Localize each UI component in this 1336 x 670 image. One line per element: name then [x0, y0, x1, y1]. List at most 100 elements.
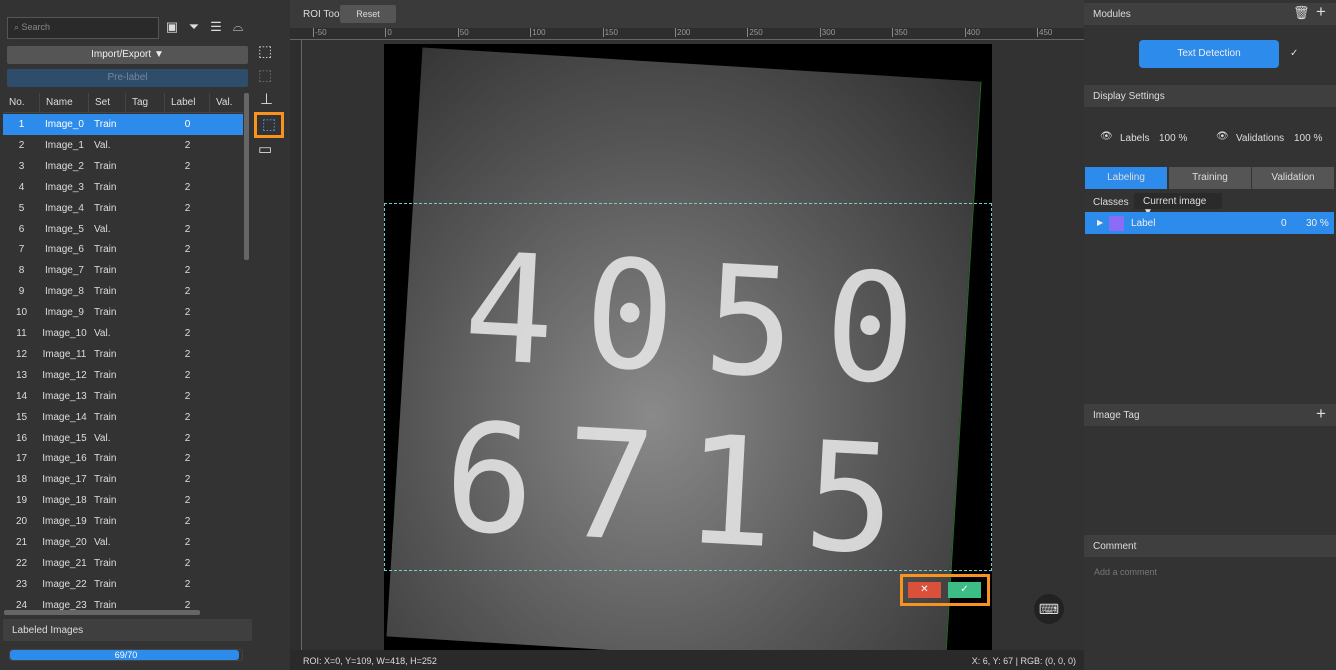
- ruler-tick-label: 150: [602, 28, 618, 37]
- cell-set: Train: [94, 369, 117, 381]
- cell-tag: [126, 511, 165, 532]
- mask-tool-icon[interactable]: ▭: [258, 140, 272, 158]
- add-tag-icon[interactable]: +: [1316, 404, 1326, 424]
- table-hscrollbar[interactable]: [4, 610, 200, 615]
- view-icon[interactable]: ⌓: [230, 19, 246, 35]
- comment-input[interactable]: Add a comment: [1094, 567, 1157, 577]
- table-row[interactable]: 21 Image_20 Val. 2: [3, 532, 243, 553]
- module-text-detection[interactable]: Text Detection: [1139, 40, 1279, 68]
- cell-no: 22: [15, 557, 28, 569]
- table-row[interactable]: 18 Image_17 Train 2: [3, 469, 243, 490]
- col-name[interactable]: Name: [40, 93, 89, 112]
- cell-tag: [126, 574, 165, 595]
- roi-rectangle[interactable]: [384, 203, 992, 571]
- col-set[interactable]: Set: [89, 93, 126, 112]
- cell-tag: [126, 532, 165, 553]
- cursor-status: X: 6, Y: 67 | RGB: (0, 0, 0): [971, 656, 1076, 666]
- ruler-tick-label: 250: [747, 28, 763, 37]
- table-row[interactable]: 1 Image_0 Train 0: [3, 114, 243, 135]
- cell-tag: [126, 448, 165, 469]
- table-row[interactable]: 7 Image_6 Train 2: [3, 239, 243, 260]
- labels-eye-icon[interactable]: 👁: [1100, 131, 1113, 142]
- cell-tag: [126, 553, 165, 574]
- roi-tool-icon[interactable]: ⬚: [254, 112, 284, 138]
- cell-set: Train: [94, 244, 117, 256]
- cell-label: 2: [184, 495, 191, 507]
- cell-no: 1: [18, 119, 25, 130]
- table-row[interactable]: 4 Image_3 Train 2: [3, 177, 243, 198]
- cell-name: Image_11: [42, 348, 87, 360]
- tool-bar: ⬚ ⬚ ⊥ ⬚ ▭: [252, 0, 290, 670]
- keyboard-shortcuts-icon[interactable]: ⌨: [1034, 594, 1064, 624]
- expand-icon[interactable]: ▶: [1097, 218, 1103, 227]
- cell-val: [210, 448, 243, 469]
- table-row[interactable]: 13 Image_12 Train 2: [3, 365, 243, 386]
- cell-label: 2: [184, 244, 191, 256]
- labels-toggle: Labels: [1120, 133, 1150, 144]
- confirm-roi-button[interactable]: ✓: [948, 582, 981, 598]
- search-input[interactable]: ⌕ Search: [7, 17, 159, 39]
- tab-validation[interactable]: Validation: [1252, 167, 1334, 189]
- smart-tool-icon[interactable]: ⬚: [258, 66, 272, 84]
- class-filter-dropdown[interactable]: Current image ▼: [1134, 193, 1222, 218]
- table-row[interactable]: 10 Image_9 Train 2: [3, 302, 243, 323]
- class-row-label[interactable]: ▶ Label 0 30 %: [1085, 212, 1334, 234]
- ruler-tick-label: 100: [530, 28, 546, 37]
- prelabel-button[interactable]: Pre-label: [7, 69, 248, 87]
- table-row[interactable]: 19 Image_18 Train 2: [3, 490, 243, 511]
- cell-val: [210, 344, 243, 365]
- add-module-icon[interactable]: +: [1316, 2, 1326, 22]
- import-export-button[interactable]: Import/Export ▼: [7, 46, 248, 64]
- cell-tag: [126, 428, 165, 449]
- polygon-tool-icon[interactable]: ⬚: [258, 42, 272, 60]
- canvas-area[interactable]: ROI Tool Reset -50 0 50 100 150 200 250 300 350 4…: [290, 0, 1084, 670]
- table-row[interactable]: 2 Image_1 Val. 2: [3, 135, 243, 156]
- table-row[interactable]: 14 Image_13 Train 2: [3, 386, 243, 407]
- col-tag[interactable]: Tag: [126, 93, 165, 112]
- reset-button[interactable]: Reset: [340, 5, 396, 23]
- cell-tag: [126, 344, 165, 365]
- cell-set: Val.: [94, 328, 111, 339]
- labels-opacity[interactable]: 100 %: [1159, 133, 1187, 144]
- table-row[interactable]: 3 Image_2 Train 2: [3, 156, 243, 177]
- table-row[interactable]: 17 Image_16 Train 2: [3, 448, 243, 469]
- table-vscrollbar[interactable]: [244, 93, 249, 260]
- validations-opacity[interactable]: 100 %: [1294, 133, 1322, 144]
- cell-tag: [126, 239, 165, 260]
- delete-module-icon[interactable]: 🗑: [1293, 5, 1310, 21]
- table-row[interactable]: 8 Image_7 Train 2: [3, 260, 243, 281]
- list-icon[interactable]: ☰: [208, 19, 224, 35]
- table-row[interactable]: 15 Image_14 Train 2: [3, 407, 243, 428]
- cell-name: Image_0: [45, 119, 84, 130]
- table-row[interactable]: 16 Image_15 Val. 2: [3, 428, 243, 449]
- col-val[interactable]: Val.: [210, 93, 243, 112]
- table-row[interactable]: 22 Image_21 Train 2: [3, 553, 243, 574]
- image-settings-icon[interactable]: ▣: [164, 19, 180, 35]
- table-row[interactable]: 9 Image_8 Train 2: [3, 281, 243, 302]
- cell-name: Image_7: [45, 265, 84, 277]
- cell-set: Train: [94, 578, 117, 590]
- cell-tag: [126, 386, 165, 407]
- table-row[interactable]: 12 Image_11 Train 2: [3, 344, 243, 365]
- class-color-swatch[interactable]: [1109, 216, 1124, 231]
- search-placeholder: Search: [21, 22, 51, 32]
- cell-name: Image_8: [45, 286, 84, 298]
- table-row[interactable]: 20 Image_19 Train 2: [3, 511, 243, 532]
- col-label[interactable]: Label: [165, 93, 210, 112]
- cell-name: Image_18: [42, 495, 87, 507]
- filter-icon[interactable]: ⏷: [186, 19, 202, 35]
- table-row[interactable]: 23 Image_22 Train 2: [3, 574, 243, 595]
- tab-training[interactable]: Training: [1169, 167, 1251, 189]
- tab-labeling[interactable]: Labeling: [1085, 167, 1167, 189]
- table-row[interactable]: 11 Image_10 Val. 2: [3, 323, 243, 344]
- validations-eye-icon[interactable]: 👁: [1216, 131, 1229, 142]
- cell-set: Train: [94, 307, 117, 319]
- cancel-roi-button[interactable]: ✕: [908, 582, 941, 598]
- stamp-tool-icon[interactable]: ⊥: [260, 90, 273, 108]
- cell-no: 7: [18, 244, 25, 256]
- table-row[interactable]: 6 Image_5 Val. 2: [3, 219, 243, 240]
- cell-label: 2: [184, 537, 191, 548]
- col-no[interactable]: No.: [3, 93, 40, 112]
- table-row[interactable]: 5 Image_4 Train 2: [3, 198, 243, 219]
- cell-set: Val.: [94, 139, 111, 151]
